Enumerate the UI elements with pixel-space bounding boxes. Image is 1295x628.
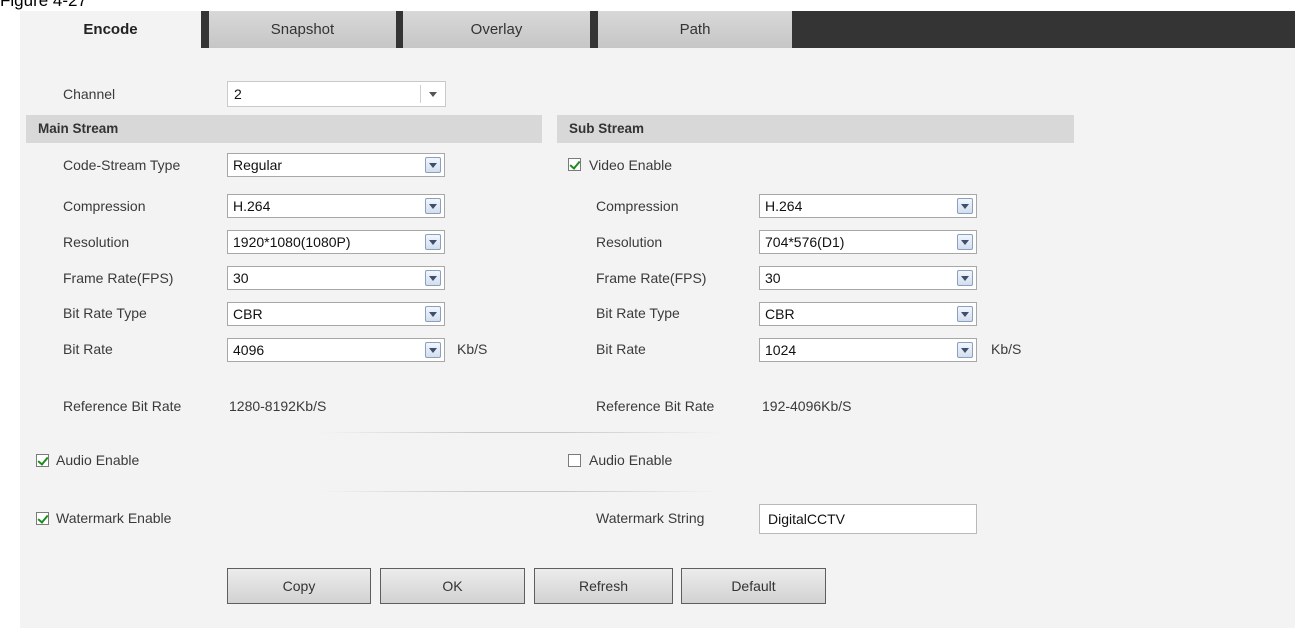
- watermark-enable-checkbox[interactable]: [36, 512, 49, 525]
- caret-down-icon: [429, 92, 437, 97]
- video-enable-checkbox[interactable]: [568, 158, 581, 171]
- main-bit-rate-unit: Kb/S: [457, 341, 488, 357]
- main-bit-rate-value: 4096: [233, 342, 265, 358]
- main-compression-label: Compression: [63, 198, 146, 214]
- dropdown-arrow-icon: [957, 270, 973, 286]
- main-bit-rate-type-value: CBR: [233, 306, 263, 322]
- sub-frame-rate-label: Frame Rate(FPS): [596, 270, 707, 286]
- dropdown-arrow-icon: [425, 306, 441, 322]
- main-resolution-value: 1920*1080(1080P): [233, 234, 351, 250]
- sub-bit-rate-label: Bit Rate: [596, 341, 646, 357]
- main-frame-rate-label: Frame Rate(FPS): [63, 270, 174, 286]
- sub-audio-enable-checkbox[interactable]: [568, 454, 581, 467]
- dropdown-arrow-icon: [957, 342, 973, 358]
- tab-snapshot[interactable]: Snapshot: [209, 11, 396, 48]
- sub-bit-rate-value: 1024: [765, 342, 797, 358]
- main-bit-rate-type-select[interactable]: CBR: [227, 302, 445, 326]
- dropdown-arrow-icon: [425, 157, 441, 173]
- dropdown-arrow-icon: [957, 234, 973, 250]
- audio-divider: [320, 432, 720, 433]
- watermark-string-input[interactable]: DigitalCCTV: [759, 504, 977, 534]
- figure-caption: Figure 4-27: [0, 0, 87, 10]
- main-bit-rate-type-label: Bit Rate Type: [63, 305, 147, 321]
- sub-frame-rate-value: 30: [765, 270, 781, 286]
- tab-path[interactable]: Path: [598, 11, 792, 48]
- channel-value: 2: [234, 86, 242, 102]
- refresh-button[interactable]: Refresh: [534, 568, 673, 604]
- sub-audio-enable-label: Audio Enable: [589, 452, 673, 468]
- main-stream-header: Main Stream: [26, 115, 542, 143]
- watermark-divider: [320, 491, 720, 492]
- sub-bit-rate-type-value: CBR: [765, 306, 795, 322]
- dropdown-arrow-icon: [425, 234, 441, 250]
- main-compression-select[interactable]: H.264: [227, 194, 445, 218]
- main-bit-rate-combo[interactable]: 4096: [227, 338, 445, 362]
- sub-bit-rate-type-select[interactable]: CBR: [759, 302, 977, 326]
- channel-select[interactable]: 2: [227, 81, 446, 107]
- main-code-stream-type-select[interactable]: Regular: [227, 153, 445, 177]
- tab-encode[interactable]: Encode: [20, 11, 201, 48]
- video-enable-label: Video Enable: [589, 157, 673, 173]
- main-reference-bit-rate-label: Reference Bit Rate: [63, 398, 182, 414]
- sub-bit-rate-unit: Kb/S: [991, 341, 1022, 357]
- main-bit-rate-label: Bit Rate: [63, 341, 113, 357]
- dropdown-arrow-icon: [425, 270, 441, 286]
- dropdown-arrow-icon: [957, 198, 973, 214]
- sub-frame-rate-select[interactable]: 30: [759, 266, 977, 290]
- watermark-string-label: Watermark String: [596, 510, 705, 526]
- dropdown-arrow-icon: [957, 306, 973, 322]
- sub-reference-bit-rate-label: Reference Bit Rate: [596, 398, 715, 414]
- sub-resolution-select[interactable]: 704*576(D1): [759, 230, 977, 254]
- sub-compression-select[interactable]: H.264: [759, 194, 977, 218]
- sub-compression-label: Compression: [596, 198, 679, 214]
- sub-bit-rate-type-label: Bit Rate Type: [596, 305, 680, 321]
- copy-button[interactable]: Copy: [227, 568, 371, 604]
- sub-reference-bit-rate-value: 192-4096Kb/S: [762, 398, 852, 414]
- main-resolution-label: Resolution: [63, 234, 130, 250]
- watermark-enable-label: Watermark Enable: [56, 510, 172, 526]
- sub-resolution-label: Resolution: [596, 234, 663, 250]
- watermark-string-value: DigitalCCTV: [768, 511, 846, 527]
- code-stream-type-label: Code-Stream Type: [63, 157, 181, 173]
- main-reference-bit-rate-value: 1280-8192Kb/S: [229, 398, 327, 414]
- main-audio-enable-label: Audio Enable: [56, 452, 140, 468]
- dropdown-arrow-icon: [425, 342, 441, 358]
- default-button[interactable]: Default: [681, 568, 826, 604]
- main-resolution-select[interactable]: 1920*1080(1080P): [227, 230, 445, 254]
- main-code-stream-type-value: Regular: [233, 157, 283, 173]
- ok-button[interactable]: OK: [380, 568, 525, 604]
- channel-label: Channel: [63, 86, 116, 102]
- main-frame-rate-select[interactable]: 30: [227, 266, 445, 290]
- main-compression-value: H.264: [233, 198, 271, 214]
- main-frame-rate-value: 30: [233, 270, 249, 286]
- dropdown-arrow-icon: [425, 198, 441, 214]
- sub-compression-value: H.264: [765, 198, 803, 214]
- main-audio-enable-checkbox[interactable]: [36, 454, 49, 467]
- sub-resolution-value: 704*576(D1): [765, 234, 845, 250]
- sub-bit-rate-combo[interactable]: 1024: [759, 338, 977, 362]
- tab-overlay[interactable]: Overlay: [403, 11, 590, 48]
- combo-separator: [420, 85, 421, 103]
- sub-stream-header: Sub Stream: [557, 115, 1074, 143]
